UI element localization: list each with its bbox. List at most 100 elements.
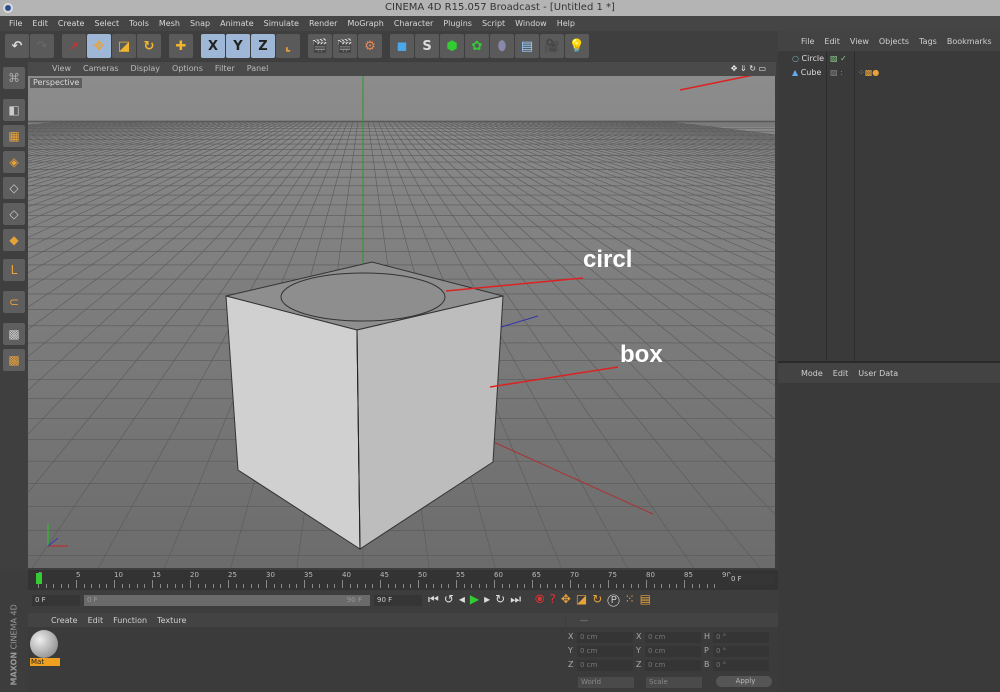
- om-menu-file[interactable]: File: [796, 37, 819, 46]
- edges-mode-icon[interactable]: ◇: [3, 203, 25, 225]
- axis-mode-icon[interactable]: L: [3, 259, 25, 281]
- coord-field[interactable]: 0 cm: [645, 646, 701, 657]
- polygons-mode-icon[interactable]: ◆: [3, 229, 25, 251]
- menu-mesh[interactable]: Mesh: [154, 16, 185, 31]
- live-select-icon[interactable]: ✚: [169, 34, 193, 58]
- menu-simulate[interactable]: Simulate: [259, 16, 304, 31]
- coord-field[interactable]: 0 °: [713, 646, 769, 657]
- om-menu-tags[interactable]: Tags: [914, 37, 942, 46]
- menu-create[interactable]: Create: [53, 16, 90, 31]
- menu-character[interactable]: Character: [389, 16, 439, 31]
- key-rotate-icon[interactable]: ↻: [592, 592, 607, 606]
- menu-render[interactable]: Render: [304, 16, 342, 31]
- viewport-menu-display[interactable]: Display: [125, 62, 167, 76]
- mat-menu-function[interactable]: Function: [108, 616, 152, 625]
- key-param-icon[interactable]: Ⓟ: [607, 592, 624, 606]
- coord-field[interactable]: 0 cm: [577, 632, 633, 643]
- attr-menu-userdata[interactable]: User Data: [853, 369, 903, 378]
- om-menu-edit[interactable]: Edit: [819, 37, 845, 46]
- render-settings-icon[interactable]: ⚙: [358, 34, 382, 58]
- autokey-icon[interactable]: ?: [549, 592, 560, 606]
- scale-tool-icon[interactable]: ◪: [112, 34, 136, 58]
- make-editable-icon[interactable]: ⌘: [3, 67, 25, 89]
- start-frame-field[interactable]: 0 F: [32, 595, 80, 606]
- texture-mode-icon[interactable]: ▦: [3, 125, 25, 147]
- next-frame-icon[interactable]: ▸: [484, 592, 495, 606]
- frame-range-slider[interactable]: 0 F 90 F: [84, 595, 370, 606]
- timeline-icon[interactable]: ▤: [640, 592, 656, 606]
- render-picture-viewer-icon[interactable]: 🎬: [333, 34, 357, 58]
- coord-field[interactable]: 0 cm: [577, 660, 633, 671]
- viewport-menu-options[interactable]: Options: [166, 62, 209, 76]
- om-menu-view[interactable]: View: [845, 37, 874, 46]
- key-move-icon[interactable]: ✥: [561, 592, 576, 606]
- coord-field[interactable]: 0 °: [713, 632, 769, 643]
- spline-pen-icon[interactable]: S: [415, 34, 439, 58]
- coord-field[interactable]: 0 cm: [577, 646, 633, 657]
- menu-mograph[interactable]: MoGraph: [342, 16, 388, 31]
- camera-icon[interactable]: 🎥: [540, 34, 564, 58]
- attr-menu-edit[interactable]: Edit: [828, 369, 854, 378]
- cube-icon[interactable]: ◼: [390, 34, 414, 58]
- viewport-menu-cameras[interactable]: Cameras: [77, 62, 125, 76]
- play-icon[interactable]: ▶: [470, 592, 484, 606]
- mat-menu-texture[interactable]: Texture: [152, 616, 191, 625]
- current-frame-field[interactable]: 0 F: [728, 574, 774, 585]
- apply-button[interactable]: Apply: [716, 676, 772, 687]
- object-row-cube[interactable]: ▲ Cube ▨ : ⁘▩●: [792, 68, 879, 77]
- snap-icon[interactable]: ⊂: [3, 291, 25, 313]
- record-icon[interactable]: ⦿: [535, 592, 550, 606]
- go-to-start-icon[interactable]: ⏮: [428, 592, 444, 606]
- viewport-perspective[interactable]: Perspective circl box: [28, 76, 775, 568]
- viewport-nav-icons[interactable]: ✥ ⇓ ↻ ▭: [725, 62, 772, 76]
- menu-window[interactable]: Window: [510, 16, 552, 31]
- material-swatch[interactable]: Mat: [30, 630, 60, 670]
- prev-key-icon[interactable]: ↺: [444, 592, 459, 606]
- planar-workplane-icon[interactable]: ▩: [3, 349, 25, 371]
- x-axis-button[interactable]: X: [201, 34, 225, 58]
- key-scale-icon[interactable]: ◪: [576, 592, 592, 606]
- playhead[interactable]: [36, 573, 42, 584]
- subdivision-icon[interactable]: ⬢: [440, 34, 464, 58]
- object-row-circle[interactable]: ○ Circle ▨ ✓: [792, 54, 847, 63]
- app-icon[interactable]: [3, 3, 13, 13]
- timeline-ruler[interactable]: 051015202530354045505560657075808590: [38, 570, 731, 590]
- viewport-menu-filter[interactable]: Filter: [209, 62, 241, 76]
- go-to-end-icon[interactable]: ⏭: [510, 592, 526, 606]
- lock-workplane-icon[interactable]: ▩: [3, 323, 25, 345]
- render-view-icon[interactable]: 🎬: [308, 34, 332, 58]
- coord-field[interactable]: 0 cm: [645, 632, 701, 643]
- om-menu-bookmarks[interactable]: Bookmarks: [942, 37, 997, 46]
- material-tags-icon[interactable]: ⁘▩●: [858, 68, 898, 77]
- menu-tools[interactable]: Tools: [124, 16, 154, 31]
- menu-help[interactable]: Help: [552, 16, 580, 31]
- array-icon[interactable]: ✿: [465, 34, 489, 58]
- z-axis-button[interactable]: Z: [251, 34, 275, 58]
- coordinate-system-icon[interactable]: ⌞: [276, 34, 300, 58]
- viewport-menu-panel[interactable]: Panel: [241, 62, 275, 76]
- menu-edit[interactable]: Edit: [27, 16, 53, 31]
- coord-space-select[interactable]: World: [578, 677, 634, 688]
- model-mode-icon[interactable]: ◧: [3, 99, 25, 121]
- menu-script[interactable]: Script: [477, 16, 510, 31]
- menu-file[interactable]: File: [4, 16, 27, 31]
- menu-snap[interactable]: Snap: [185, 16, 215, 31]
- next-key-icon[interactable]: ↻: [495, 592, 510, 606]
- timeline[interactable]: 051015202530354045505560657075808590 0 F: [28, 570, 778, 590]
- points-mode-icon[interactable]: ◇: [3, 177, 25, 199]
- key-pla-icon[interactable]: ⁙: [625, 592, 640, 606]
- redo-icon[interactable]: ↷: [30, 34, 54, 58]
- coord-mode-select[interactable]: Scale: [646, 677, 702, 688]
- visibility-check-icon[interactable]: ▨ ✓: [830, 54, 860, 63]
- deformer-icon[interactable]: ⬮: [490, 34, 514, 58]
- y-axis-button[interactable]: Y: [226, 34, 250, 58]
- attr-menu-mode[interactable]: Mode: [796, 369, 828, 378]
- menu-animate[interactable]: Animate: [215, 16, 259, 31]
- coord-field[interactable]: 0 °: [713, 660, 769, 671]
- viewport-menu-view[interactable]: View: [46, 62, 77, 76]
- menu-select[interactable]: Select: [89, 16, 124, 31]
- coord-field[interactable]: 0 cm: [645, 660, 701, 671]
- light-icon[interactable]: 💡: [565, 34, 589, 58]
- visibility-icon[interactable]: ▨ :: [830, 68, 860, 77]
- om-menu-objects[interactable]: Objects: [874, 37, 914, 46]
